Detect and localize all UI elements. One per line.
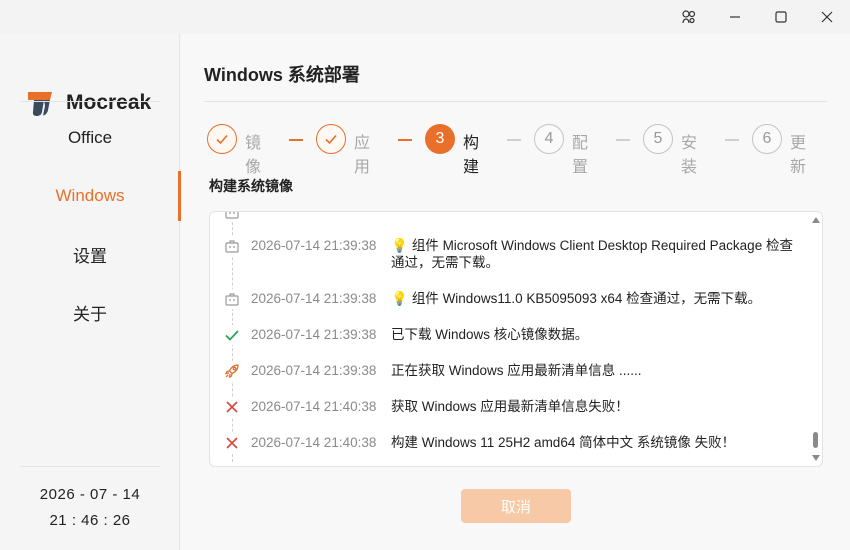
scroll-down-icon[interactable] — [812, 455, 820, 461]
rocket-icon — [222, 361, 242, 381]
sidebar-item-label: Windows — [55, 186, 125, 205]
sidebar-item-settings[interactable]: 设置 — [0, 234, 180, 274]
maximize-icon[interactable] — [758, 0, 804, 34]
cancel-button[interactable]: 取消 — [461, 489, 571, 523]
log-time: 2026-07-14 21:40:38 — [251, 399, 377, 414]
section-title: 构建系统镜像 — [209, 178, 293, 194]
lightbulb-icon: 💡 — [391, 238, 408, 253]
mocreak-logo-icon — [28, 92, 52, 116]
log-panel[interactable]: 2026-07-14 21:39:38 💡 组件 Microsoft Window… — [209, 211, 823, 467]
sidebar-item-label: Office — [67, 128, 113, 147]
brand: Mocreak — [26, 88, 151, 118]
step-5-label: 安装 — [681, 135, 698, 176]
log-time: 2026-07-14 21:39:38 — [251, 327, 377, 342]
step-6-label: 更新 — [790, 135, 807, 176]
sidebar-item-windows[interactable]: Windows — [0, 171, 181, 221]
sidebar-item-label: 关于 — [73, 304, 107, 324]
log-time: 2026-07-14 21:39:38 — [251, 238, 377, 253]
log-time: 2026-07-14 21:39:38 — [251, 363, 377, 378]
page-title: Windows 系统部署 — [204, 65, 360, 85]
log-message-text: 构建 Windows 11 25H2 amd64 简体中文 系统镜像 失败！ — [391, 435, 736, 450]
step-1-label: 镜像 — [245, 135, 262, 176]
step-connector — [725, 139, 739, 141]
step-4-number: 4 — [534, 124, 564, 154]
sidebar: Mocreak Office Windows 设置 关于 2026 - 07 -… — [0, 34, 181, 550]
clock-time: 21 : 46 : 26 — [49, 512, 131, 529]
log-time: 2026-07-14 21:39:38 — [251, 291, 377, 306]
package-icon — [222, 212, 242, 222]
log-row: 2026-07-14 21:39:38 💡 组件 Microsoft Window… — [210, 236, 805, 270]
log-scrollbar[interactable] — [810, 212, 822, 466]
log-message-text: 获取 Windows 应用最新清单信息失败！ — [391, 399, 629, 414]
step-2-done-icon — [316, 124, 346, 154]
lightbulb-icon: 💡 — [391, 291, 408, 306]
clock-date: 2026 - 07 - 14 — [39, 486, 141, 503]
error-icon — [222, 433, 242, 453]
step-3-number: 3 — [425, 124, 455, 154]
step-connector — [398, 139, 412, 141]
sidebar-divider — [20, 101, 160, 102]
main-panel: Windows 系统部署 镜像 应用 3 构建 4 配置 5 安装 6 更新 构… — [181, 34, 850, 550]
log-time: 2026-07-14 21:40:38 — [251, 435, 377, 450]
check-icon — [222, 325, 242, 345]
package-icon — [222, 289, 242, 309]
log-message: 💡 组件 Microsoft Windows Client Desktop Req… — [391, 237, 803, 271]
scroll-up-icon[interactable] — [812, 217, 820, 223]
log-message-text: 组件 Windows11.0 KB5095093 x64 检查通过，无需下载。 — [411, 291, 762, 306]
sidebar-divider — [20, 466, 160, 467]
minimize-icon[interactable] — [712, 0, 758, 34]
sidebar-item-label: 设置 — [73, 246, 107, 266]
log-message-text: 正在获取 Windows 应用最新清单信息 ...... — [391, 363, 642, 378]
close-icon[interactable] — [804, 0, 850, 34]
sidebar-item-office[interactable]: Office — [0, 118, 180, 158]
settings-icon[interactable] — [666, 0, 712, 34]
log-message: 💡 组件 Windows11.0 KB5095093 x64 检查通过，无需下载。 — [391, 290, 803, 307]
step-connector — [289, 139, 303, 141]
error-icon — [222, 397, 242, 417]
package-icon — [222, 236, 242, 256]
step-5-number: 5 — [643, 124, 673, 154]
log-message-text: 组件 Microsoft Windows Client Desktop Requ… — [391, 238, 793, 270]
brand-name: Mocreak — [66, 91, 152, 114]
title-bar — [0, 0, 850, 34]
step-connector — [616, 139, 630, 141]
step-4-label: 配置 — [572, 135, 589, 176]
step-1-done-icon — [207, 124, 237, 154]
step-6-number: 6 — [752, 124, 782, 154]
step-2-label: 应用 — [354, 135, 371, 176]
sidebar-item-about[interactable]: 关于 — [0, 292, 180, 332]
scroll-thumb[interactable] — [813, 432, 818, 448]
step-connector — [507, 139, 521, 141]
log-message-text: 已下载 Windows 核心镜像数据。 — [391, 327, 589, 342]
step-3-label: 构建 — [463, 135, 480, 176]
title-divider — [204, 101, 827, 102]
